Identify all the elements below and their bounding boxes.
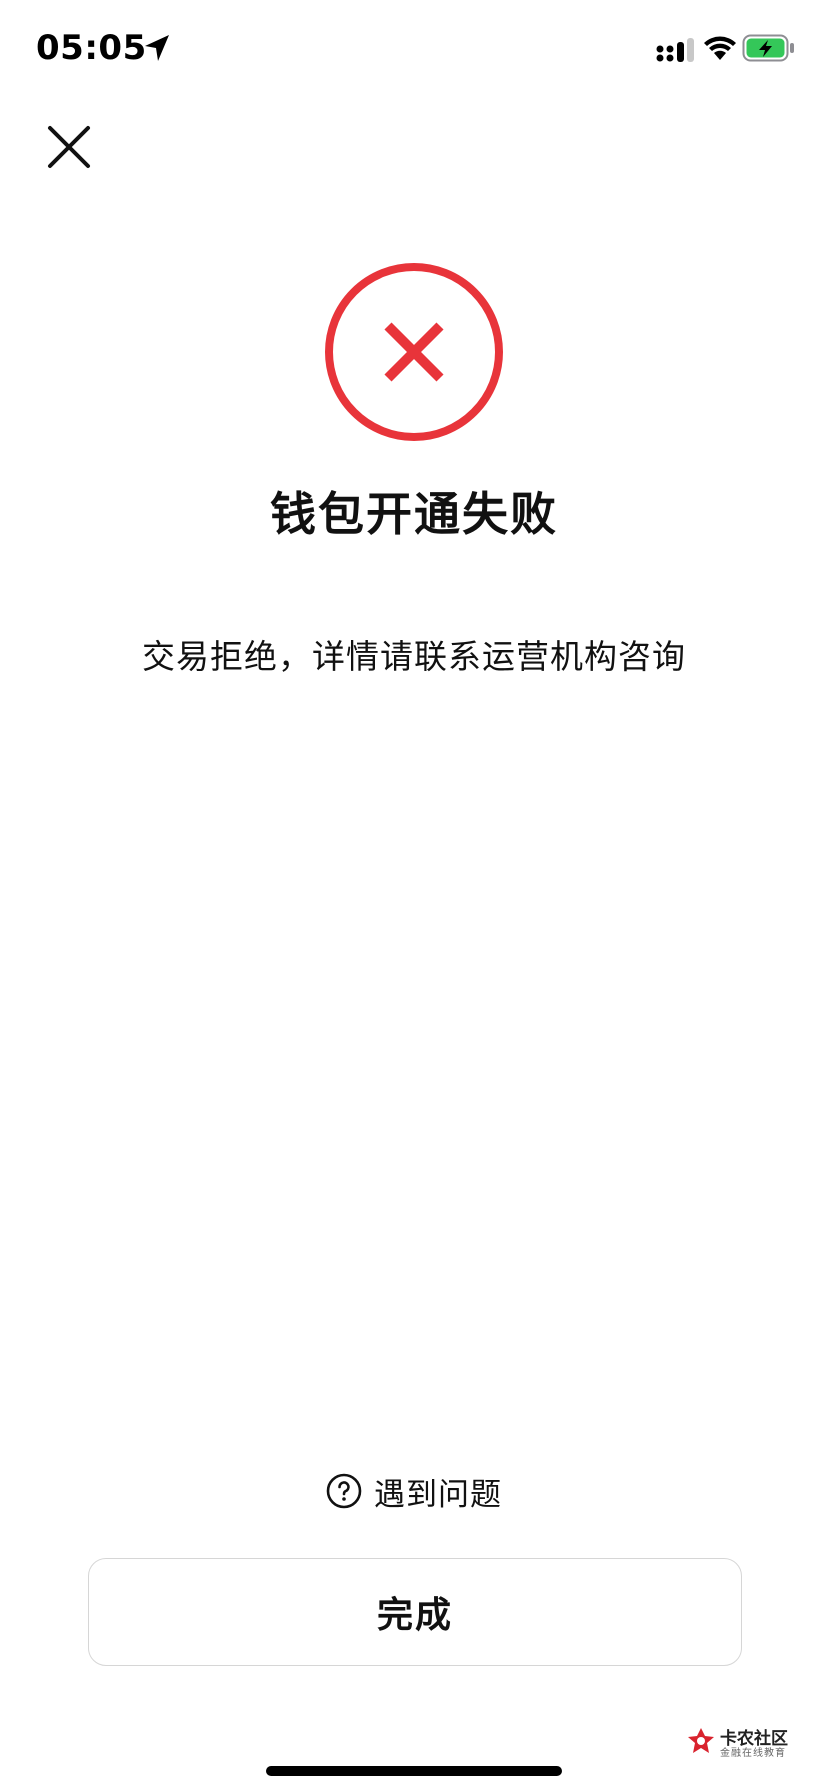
done-button-label: 完成 — [376, 1595, 453, 1636]
wifi-icon — [704, 36, 736, 60]
done-button[interactable]: 完成 — [88, 1558, 742, 1666]
watermark-subtitle: 金融在线教育 — [720, 1748, 786, 1759]
close-icon — [48, 126, 90, 168]
home-indicator[interactable] — [266, 1766, 562, 1776]
watermark-logo-icon — [688, 1728, 714, 1753]
result-message: 交易拒绝，详情请联系运营机构咨询 — [142, 637, 686, 676]
result-title: 钱包开通失败 — [270, 487, 558, 541]
location-arrow-icon — [145, 35, 169, 61]
screen: 05:05 钱包开通失败 交易拒绝，详情请联系运营机构咨询 遇到问题 完成 卡农… — [0, 0, 828, 1792]
error-circle-icon — [325, 263, 503, 441]
signal-icon — [656, 38, 694, 62]
help-label: 遇到问题 — [374, 1476, 502, 1513]
status-bar: 05:05 — [0, 0, 828, 100]
question-circle-icon — [326, 1473, 362, 1509]
battery-charging-icon — [742, 34, 794, 62]
watermark: 卡农社区 金融在线教育 — [686, 1724, 818, 1760]
status-time: 05:05 — [36, 28, 147, 68]
help-link[interactable]: 遇到问题 — [0, 1466, 828, 1516]
close-button[interactable] — [44, 122, 96, 174]
